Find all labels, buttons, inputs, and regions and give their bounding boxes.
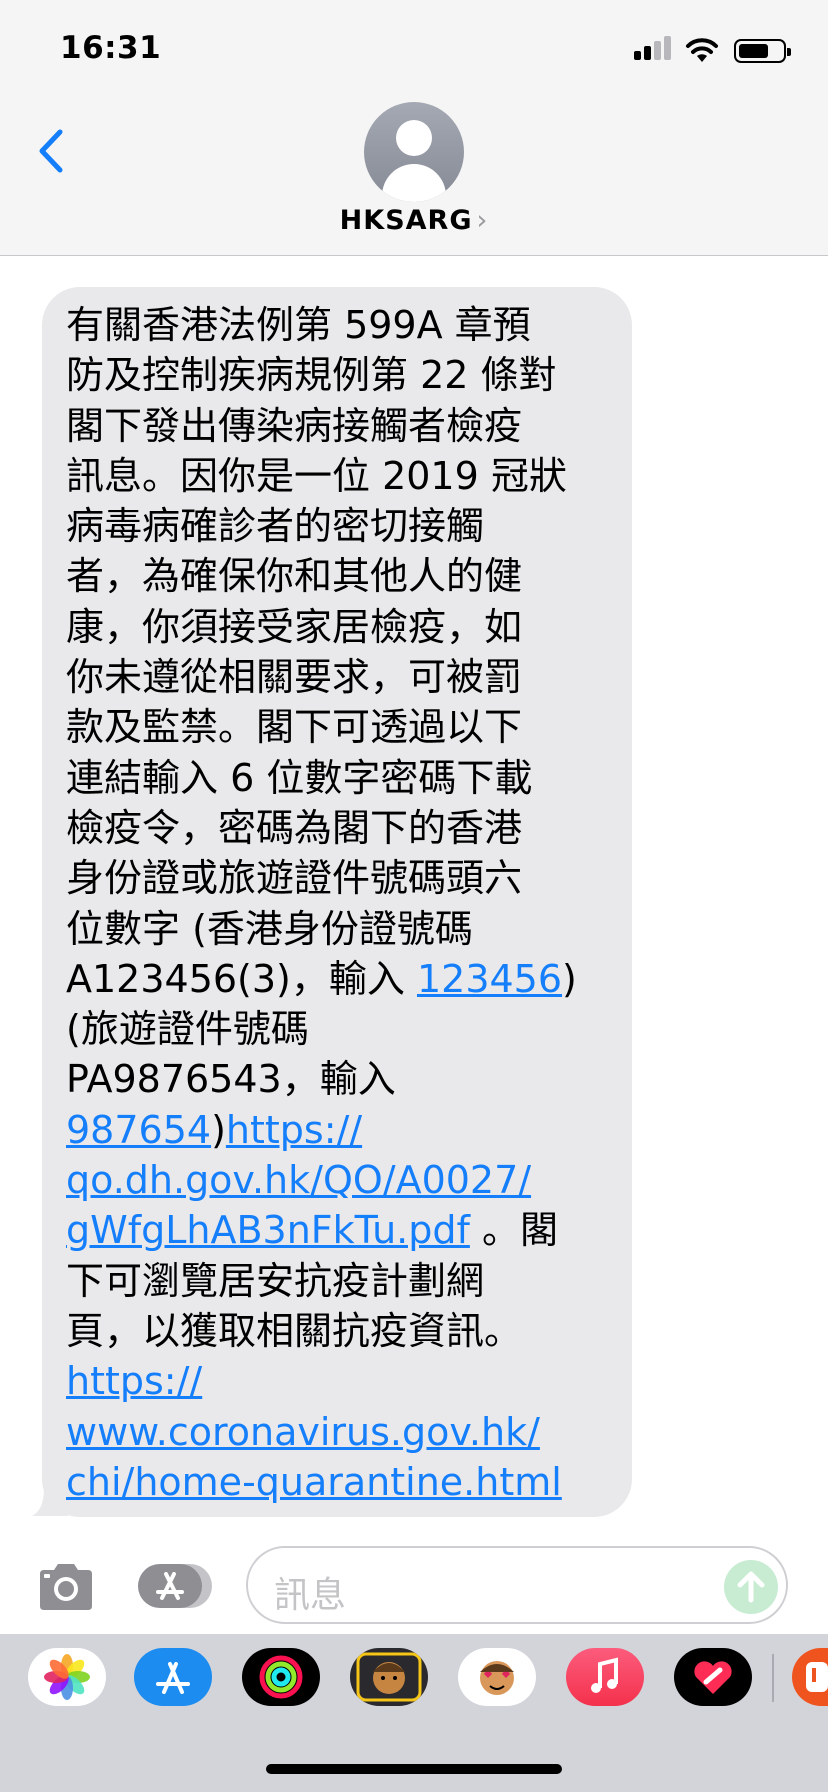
message-input[interactable]: 訊息: [246, 1546, 788, 1624]
wifi-icon: [686, 38, 718, 62]
message-segment: A123456(3)，輸入: [66, 956, 417, 1001]
message-segment: 。閣: [469, 1208, 558, 1253]
number-link[interactable]: 987654: [66, 1108, 211, 1152]
message-line: 身份證或旅遊證件號碼頭六: [66, 856, 523, 901]
message-line: 者，為確保你和其他人的健: [66, 554, 523, 599]
send-button[interactable]: [724, 1560, 778, 1614]
quarantine-order-link[interactable]: https://: [226, 1108, 362, 1152]
status-icons: [634, 36, 794, 64]
message-line: 連結輸入 6 位數字密碼下載: [66, 755, 533, 800]
home-indicator[interactable]: [266, 1764, 562, 1774]
message-line: 防及控制疾病規例第 22 條對: [66, 353, 557, 398]
message-line: chi/home-quarantine.html: [66, 1457, 608, 1507]
coronavirus-site-link[interactable]: www.coronavirus.gov.hk/: [66, 1410, 540, 1454]
coronavirus-site-link[interactable]: chi/home-quarantine.html: [66, 1460, 562, 1504]
coronavirus-site-link[interactable]: https://: [66, 1359, 202, 1403]
quarantine-order-link[interactable]: gWfgLhAB3nFkTu.pdf: [66, 1208, 470, 1252]
quarantine-order-link[interactable]: qo.dh.gov.hk/QO/A0027/: [66, 1158, 531, 1202]
app-store-drawer-icon[interactable]: [138, 1562, 214, 1610]
contact-name: HKSARG: [339, 205, 473, 236]
message-segment: ): [562, 956, 577, 1001]
heart-digital-touch-icon[interactable]: [674, 1648, 752, 1706]
memoji-icon[interactable]: [350, 1648, 428, 1706]
message-line: www.coronavirus.gov.hk/: [66, 1407, 608, 1457]
message-line: 有關香港法例第 599A 章預: [66, 303, 531, 347]
message-line: gWfgLhAB3nFkTu.pdf 。閣: [66, 1205, 608, 1255]
message-line: 病毒病確診者的密切接觸: [66, 504, 485, 549]
drawer-divider: [772, 1654, 774, 1702]
conversation-header: 16:31 HKSARG ›: [0, 0, 828, 256]
message-line: 康，你須接受家居檢疫，如: [66, 604, 523, 649]
activity-icon[interactable]: [242, 1648, 320, 1706]
app-store-icon[interactable]: [134, 1648, 212, 1706]
message-line: 下可瀏覽居安抗疫計劃網: [66, 1258, 485, 1303]
message-line: 頁，以獲取相關抗疫資訊。: [66, 1308, 523, 1353]
signal-icon: [634, 36, 672, 60]
incoming-message-bubble[interactable]: 有關香港法例第 599A 章預 防及控制疾病規例第 22 條對 閣下發出傳染病接…: [42, 287, 632, 1517]
music-icon[interactable]: [566, 1648, 644, 1706]
camera-icon[interactable]: [36, 1562, 96, 1612]
message-input-placeholder: 訊息: [274, 1575, 347, 1616]
battery-icon: [734, 39, 791, 63]
message-line: PA9876543，輸入: [66, 1057, 396, 1102]
message-line: 檢疫令，密碼為閣下的香港: [66, 805, 523, 850]
message-line: 款及監禁。閣下可透過以下: [66, 705, 523, 750]
message-line: A123456(3)，輸入 123456): [66, 954, 608, 1004]
message-line: qo.dh.gov.hk/QO/A0027/: [66, 1155, 608, 1205]
message-line: 閣下發出傳染病接觸者檢疫: [66, 403, 523, 448]
back-chevron-icon[interactable]: [32, 126, 72, 176]
message-line: 987654)https://: [66, 1105, 608, 1155]
message-text: 有關香港法例第 599A 章預 防及控制疾病規例第 22 條對 閣下發出傳染病接…: [66, 300, 608, 1507]
phone-number-link[interactable]: 123456: [417, 957, 562, 1001]
photos-icon[interactable]: [28, 1648, 106, 1706]
message-segment: ): [211, 1107, 226, 1152]
contact-name-button[interactable]: HKSARG ›: [0, 205, 828, 236]
message-line: (旅遊證件號碼: [66, 1007, 309, 1052]
message-line: 位數字 (香港身份證號碼: [66, 906, 473, 951]
message-line: 訊息。因你是一位 2019 冠狀: [66, 453, 567, 498]
animoji-icon[interactable]: [458, 1648, 536, 1706]
message-line: https://: [66, 1356, 608, 1406]
chevron-right-icon: ›: [476, 205, 489, 236]
contact-avatar[interactable]: [364, 102, 464, 202]
message-line: 你未遵從相關要求，可被罰: [66, 655, 523, 700]
arrow-up-icon: [737, 1571, 765, 1603]
status-time: 16:31: [60, 30, 162, 66]
